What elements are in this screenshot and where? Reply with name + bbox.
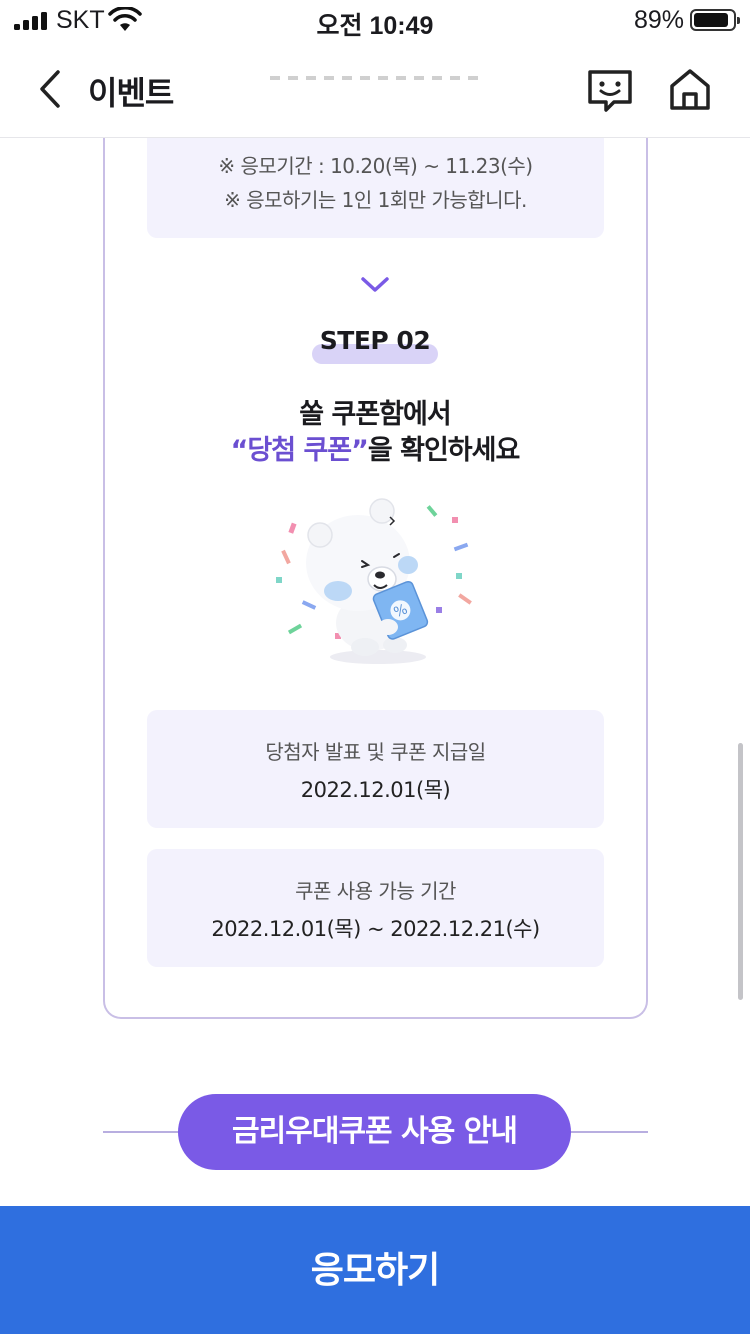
- battery-icon: [690, 9, 740, 31]
- notice-period: ※ 응모기간 : 10.20(목) ~ 11.23(수): [218, 154, 533, 178]
- step-label: STEP 02: [312, 326, 438, 366]
- announcement-date-box: 당첨자 발표 및 쿠폰 지급일 2022.12.01(목): [147, 710, 604, 828]
- mascot-bear-illustration: %: [276, 498, 472, 664]
- usage-period-box: 쿠폰 사용 가능 기간 2022.12.01(목) ~ 2022.12.21(수…: [147, 849, 604, 967]
- scrolled-content-peek: [270, 76, 480, 80]
- announcement-value: 2022.12.01(목): [300, 778, 451, 802]
- apply-button[interactable]: 응모하기: [0, 1206, 750, 1334]
- home-icon[interactable]: [664, 64, 716, 116]
- page-title: 이벤트: [88, 74, 174, 112]
- step-headline-line2: “당첨 쿠폰”을 확인하세요: [0, 428, 750, 467]
- status-bar: SKT 오전 10:49 89%: [0, 0, 750, 40]
- chevron-down-icon: [361, 277, 389, 292]
- coupon-guide-button[interactable]: 금리우대쿠폰 사용 안내: [178, 1094, 571, 1170]
- usage-period-value: 2022.12.01(목) ~ 2022.12.21(수): [211, 917, 540, 941]
- notice-limit: ※ 응모하기는 1인 1회만 가능합니다.: [224, 188, 527, 212]
- chatbot-icon[interactable]: [584, 64, 636, 116]
- headline-accent: “당첨 쿠폰”: [230, 435, 369, 466]
- headline-rest: 을 확인하세요: [367, 435, 520, 466]
- back-icon[interactable]: [28, 62, 74, 116]
- step-headline-line1: 쏠 쿠폰함에서: [299, 399, 451, 430]
- battery-percent: 89%: [633, 6, 684, 34]
- scrollbar[interactable]: [738, 743, 743, 1000]
- usage-period-label: 쿠폰 사용 가능 기간: [295, 879, 456, 903]
- nav-bar: 이벤트: [0, 40, 750, 138]
- announcement-label: 당첨자 발표 및 쿠폰 지급일: [265, 740, 486, 764]
